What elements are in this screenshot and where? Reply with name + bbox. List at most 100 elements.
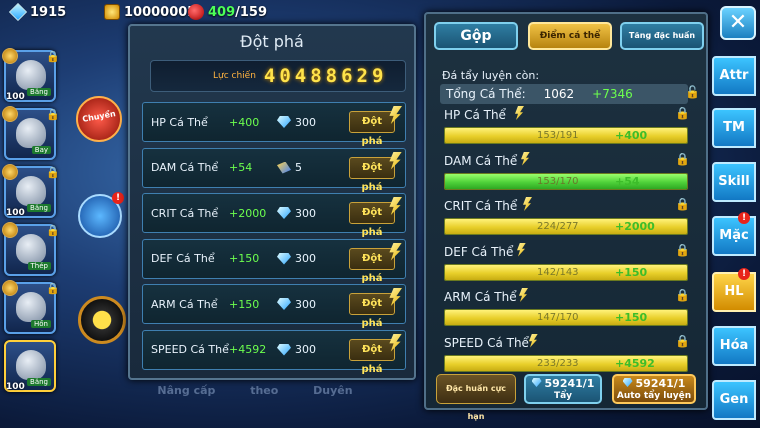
character-portrait (16, 118, 46, 148)
breakthrough-button[interactable]: Đột phá (349, 111, 395, 147)
lock-icon: 🔒 (46, 166, 60, 179)
stat-add: +400 (615, 129, 648, 142)
character-slot[interactable]: 🔒 Hồn (2, 280, 60, 334)
diamond-icon (277, 252, 291, 265)
remaining-label: Đá tẩy luyện còn: (442, 69, 540, 82)
tab-upgrade[interactable]: Nâng cấp (157, 384, 215, 397)
tab-individual-points[interactable]: Điểm cá thể (528, 22, 612, 50)
gem-counter: 1915 (8, 2, 67, 22)
tab-special-training[interactable]: Tăng đặc huấn (620, 22, 704, 50)
power-label: Lực chiến (213, 71, 256, 81)
stat-bonus: +2000 (229, 206, 267, 220)
character-slot[interactable]: 🔒 Băng 100 (2, 164, 60, 218)
lock-icon[interactable]: 🔒 (675, 197, 690, 211)
stats-tabs: Gộp Điểm cá thể Tăng đặc huấn (434, 22, 704, 52)
lock-icon[interactable]: 🔒 (675, 243, 690, 257)
tab-follow[interactable]: theo (250, 384, 278, 397)
energy-current: 409 (208, 4, 236, 20)
wash-button[interactable]: 59241/1 Tẩy (524, 374, 602, 404)
side-tab-gen[interactable]: Gen (712, 380, 756, 420)
lock-icon[interactable]: 🔒 (675, 334, 690, 348)
character-portrait (16, 234, 46, 264)
lock-icon[interactable]: 🔒 (675, 288, 690, 302)
stat-bar: 224/277 +2000 (444, 218, 688, 235)
stat-name: DEF Cá Thể (444, 244, 514, 259)
lock-icon: 🔒 (46, 282, 60, 295)
stat-bonus: +4592 (229, 343, 267, 356)
side-tab-mac[interactable]: Mặc! (712, 212, 756, 256)
skill-wheel-button[interactable] (78, 296, 126, 344)
breakthrough-button[interactable]: Đột phá (349, 156, 395, 193)
cost-value: 300 (295, 343, 316, 356)
auto-wash-button[interactable]: 59241/1 Auto tẩy luyện (612, 374, 696, 404)
stat-bonus: +54 (229, 161, 253, 174)
side-tab-skill[interactable]: Skill (712, 162, 756, 202)
total-add: +7346 (592, 87, 633, 101)
character-slot[interactable]: 🔒 Thép (2, 222, 60, 276)
transfer-badge[interactable]: Chuyển (76, 96, 122, 142)
element-icon (2, 222, 18, 238)
character-slot[interactable]: 🔒 Băng 100 (2, 48, 60, 102)
lightning-icon (515, 106, 524, 120)
stat-list: HP Cá Thể 🔒 153/191 +400 DAM Cá Thể 🔒 153… (444, 106, 690, 381)
total-row: Tổng Cá Thể: 1062 +7346 🔓 (440, 84, 700, 104)
side-tab-label: Hóa (719, 338, 749, 353)
breakthrough-button[interactable]: Đột phá (349, 247, 395, 284)
close-button[interactable]: ✕ (720, 6, 756, 40)
special-training-button[interactable]: Đặc huấn cực hạn (436, 374, 516, 421)
tab-bond[interactable]: Duyên (313, 384, 352, 397)
stat-row: DEF Cá Thể 🔒 142/143 +150 (444, 242, 690, 291)
type-tag: Băng (27, 378, 51, 386)
auto-label: Auto tẩy luyện (616, 391, 692, 401)
bag-button[interactable] (78, 192, 124, 238)
lock-icon[interactable]: 🔓 (685, 85, 700, 99)
cost-value: 300 (295, 115, 316, 129)
stat-name: CRIT Cá Thể (444, 199, 518, 213)
side-tab-hl[interactable]: HL! (712, 268, 756, 312)
stat-name: HP Cá Thể (444, 108, 506, 122)
level-label: 100 (6, 382, 25, 392)
side-tab-attr[interactable]: Attr (712, 56, 756, 96)
character-roster: 🔒 Băng 100 🔒 Bay 🔒 Băng 100 🔒 Thép 🔒 Hồn Băng 10… (2, 48, 64, 398)
cost-value: 300 (295, 252, 316, 265)
stat-bar: 153/191 +400 (444, 127, 688, 144)
lock-icon: 🔒 (46, 224, 60, 237)
lock-icon[interactable]: 🔒 (675, 152, 690, 166)
tab-merge[interactable]: Gộp (434, 22, 518, 50)
gem-icon (531, 378, 542, 387)
stat-name: DEF Cá Thể (151, 252, 215, 265)
breakthrough-button[interactable]: Đột phá (349, 293, 395, 329)
cost-value: 300 (295, 206, 316, 220)
stat-add: +150 (615, 311, 648, 324)
character-portrait (16, 60, 46, 90)
type-tag: Bay (31, 146, 51, 154)
stat-current: 147/170 (537, 312, 579, 323)
lock-icon[interactable]: 🔒 (675, 106, 690, 120)
stat-current: 224/277 (537, 221, 579, 232)
stat-current: 153/191 (537, 130, 579, 141)
coin-icon (104, 4, 120, 20)
character-slot-selected[interactable]: Băng 100 (4, 340, 56, 392)
breakthrough-row: ARM Cá Thể +150 300 Đột phá (142, 284, 406, 329)
breakthrough-row: DAM Cá Thể +54 5 Đột phá (142, 147, 406, 193)
lightning-icon (519, 288, 528, 302)
side-tab-hoa[interactable]: Hóa (712, 326, 756, 366)
coin-value: 1000000k (124, 4, 196, 20)
transfer-label: Chuyển (81, 109, 117, 124)
breakthrough-button[interactable]: Đột phá (349, 338, 395, 375)
side-tab-tm[interactable]: TM (712, 108, 756, 148)
gem-value: 1915 (30, 4, 67, 20)
stat-row: CRIT Cá Thể 🔒 224/277 +2000 (444, 197, 690, 245)
character-slot[interactable]: 🔒 Bay (2, 106, 60, 160)
breakthrough-list: HP Cá Thể +400 300 Đột phá DAM Cá Thể +5… (142, 102, 406, 375)
breakthrough-button[interactable]: Đột phá (349, 202, 395, 238)
stat-bonus: +400 (229, 115, 260, 129)
stat-row: ARM Cá Thể 🔒 147/170 +150 (444, 288, 690, 336)
element-icon (2, 280, 18, 296)
cost-value: 300 (295, 297, 316, 311)
panel-title: Đột phá (240, 32, 304, 51)
cost-value: 5 (295, 161, 302, 174)
wash-count: 59241/1 (544, 377, 595, 390)
side-tab-label: Attr (719, 68, 749, 83)
type-tag: Băng (27, 204, 51, 212)
